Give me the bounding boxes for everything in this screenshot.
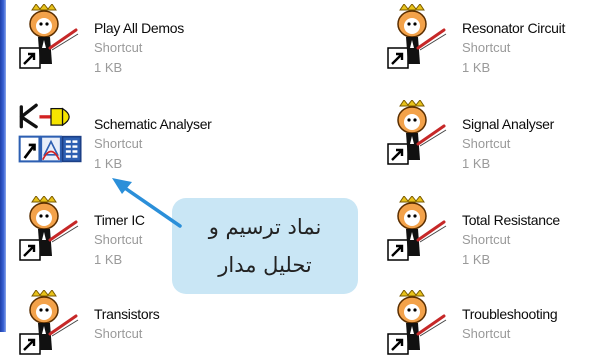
callout-line-1: نماد ترسیم و — [208, 215, 322, 239]
item-type: Shortcut — [94, 326, 143, 341]
schematic-analyser-icon — [18, 103, 82, 163]
demo-program-icon — [18, 290, 80, 356]
list-item[interactable]: Schematic Analyser Shortcut 1 KB — [18, 100, 288, 171]
item-name: Signal Analyser — [462, 116, 555, 132]
item-type: Shortcut — [94, 232, 143, 247]
list-item[interactable]: Total Resistance Shortcut 1 KB — [386, 196, 612, 267]
item-name: Timer IC — [94, 212, 145, 228]
item-size: 1 KB — [94, 252, 123, 267]
item-name: Total Resistance — [462, 212, 560, 228]
item-type: Shortcut — [462, 232, 511, 247]
item-size: 1 KB — [462, 60, 491, 75]
item-type: Shortcut — [94, 136, 143, 151]
item-type: Shortcut — [462, 326, 511, 341]
demo-program-icon — [386, 4, 448, 70]
demo-program-icon — [18, 4, 80, 70]
demo-program-icon — [386, 196, 448, 262]
list-item[interactable]: Signal Analyser Shortcut 1 KB — [386, 100, 612, 171]
item-type: Shortcut — [462, 136, 511, 151]
item-size: 1 KB — [462, 252, 491, 267]
item-name: Play All Demos — [94, 20, 184, 36]
window-border — [0, 0, 6, 332]
item-size: 1 KB — [94, 156, 123, 171]
item-name: Troubleshooting — [462, 306, 558, 322]
item-size: 1 KB — [94, 60, 123, 75]
item-name: Resonator Circuit — [462, 20, 566, 36]
callout-line-2: تحلیل مدار — [218, 253, 312, 277]
list-item[interactable]: Transistors Shortcut — [18, 290, 288, 360]
item-size: 1 KB — [462, 156, 491, 171]
demo-program-icon — [386, 290, 448, 356]
item-type: Shortcut — [462, 40, 511, 55]
item-type: Shortcut — [94, 40, 143, 55]
annotation-callout: نماد ترسیم و تحلیل مدار — [172, 198, 358, 294]
list-item[interactable]: Troubleshooting Shortcut — [386, 290, 612, 360]
demo-program-icon — [386, 100, 448, 166]
item-name: Schematic Analyser — [94, 116, 212, 132]
list-item[interactable]: Play All Demos Shortcut 1 KB — [18, 4, 288, 75]
item-name: Transistors — [94, 306, 160, 322]
demo-program-icon — [18, 196, 80, 262]
list-item[interactable]: Resonator Circuit Shortcut 1 KB — [386, 4, 612, 75]
